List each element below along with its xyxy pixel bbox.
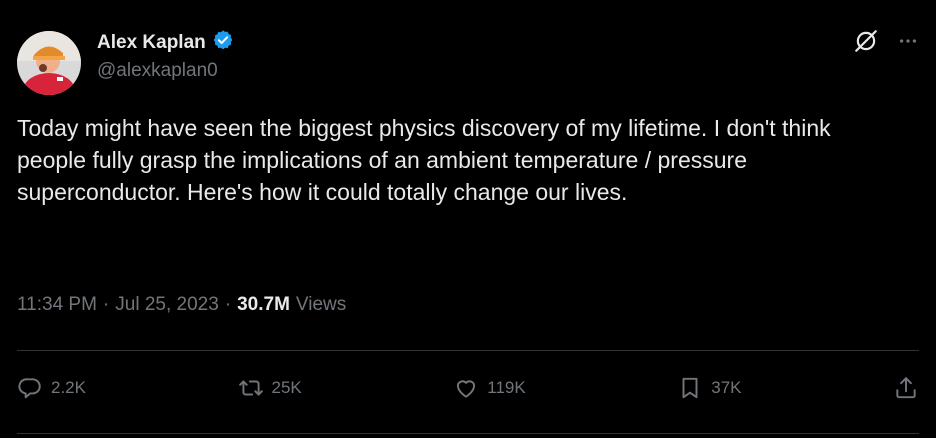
like-count: 119K xyxy=(487,378,526,397)
heart-icon xyxy=(453,375,479,401)
avatar[interactable] xyxy=(17,31,81,95)
reply-button[interactable]: 2.2K xyxy=(17,375,86,401)
tweet-header: Alex Kaplan @alexkaplan0 xyxy=(17,28,919,95)
meta-separator: · xyxy=(224,294,232,315)
views-count[interactable]: 30.7M xyxy=(237,294,290,316)
handle[interactable]: @alexkaplan0 xyxy=(97,58,234,84)
tweet-time[interactable]: 11:34 PM xyxy=(17,294,97,316)
like-button[interactable]: 119K xyxy=(453,375,526,401)
author-names: Alex Kaplan @alexkaplan0 xyxy=(97,29,234,84)
more-options-icon[interactable] xyxy=(897,30,919,52)
reply-count: 2.2K xyxy=(51,378,86,397)
divider xyxy=(17,433,919,434)
share-icon xyxy=(893,375,919,401)
tweet-meta: 11:34 PM · Jul 25, 2023 · 30.7M Views xyxy=(17,294,346,316)
retweet-button[interactable]: 25K xyxy=(238,375,302,401)
bookmark-icon xyxy=(677,375,703,401)
display-name[interactable]: Alex Kaplan xyxy=(97,30,206,56)
bookmark-count: 37K xyxy=(711,378,742,397)
verified-badge-icon xyxy=(212,29,234,56)
meta-separator: · xyxy=(102,294,110,315)
retweet-icon xyxy=(238,375,264,401)
grok-icon[interactable] xyxy=(853,28,879,54)
tweet-date[interactable]: Jul 25, 2023 xyxy=(115,294,219,316)
divider xyxy=(17,350,919,351)
views-label: Views xyxy=(295,294,347,315)
bookmark-button[interactable]: 37K xyxy=(677,375,741,401)
share-button[interactable] xyxy=(893,375,919,401)
reply-icon xyxy=(17,375,43,401)
action-bar: 2.2K 25K 119K 37K xyxy=(17,366,919,410)
tweet-text: Today might have seen the biggest physic… xyxy=(17,115,838,205)
retweet-count: 25K xyxy=(271,378,302,397)
